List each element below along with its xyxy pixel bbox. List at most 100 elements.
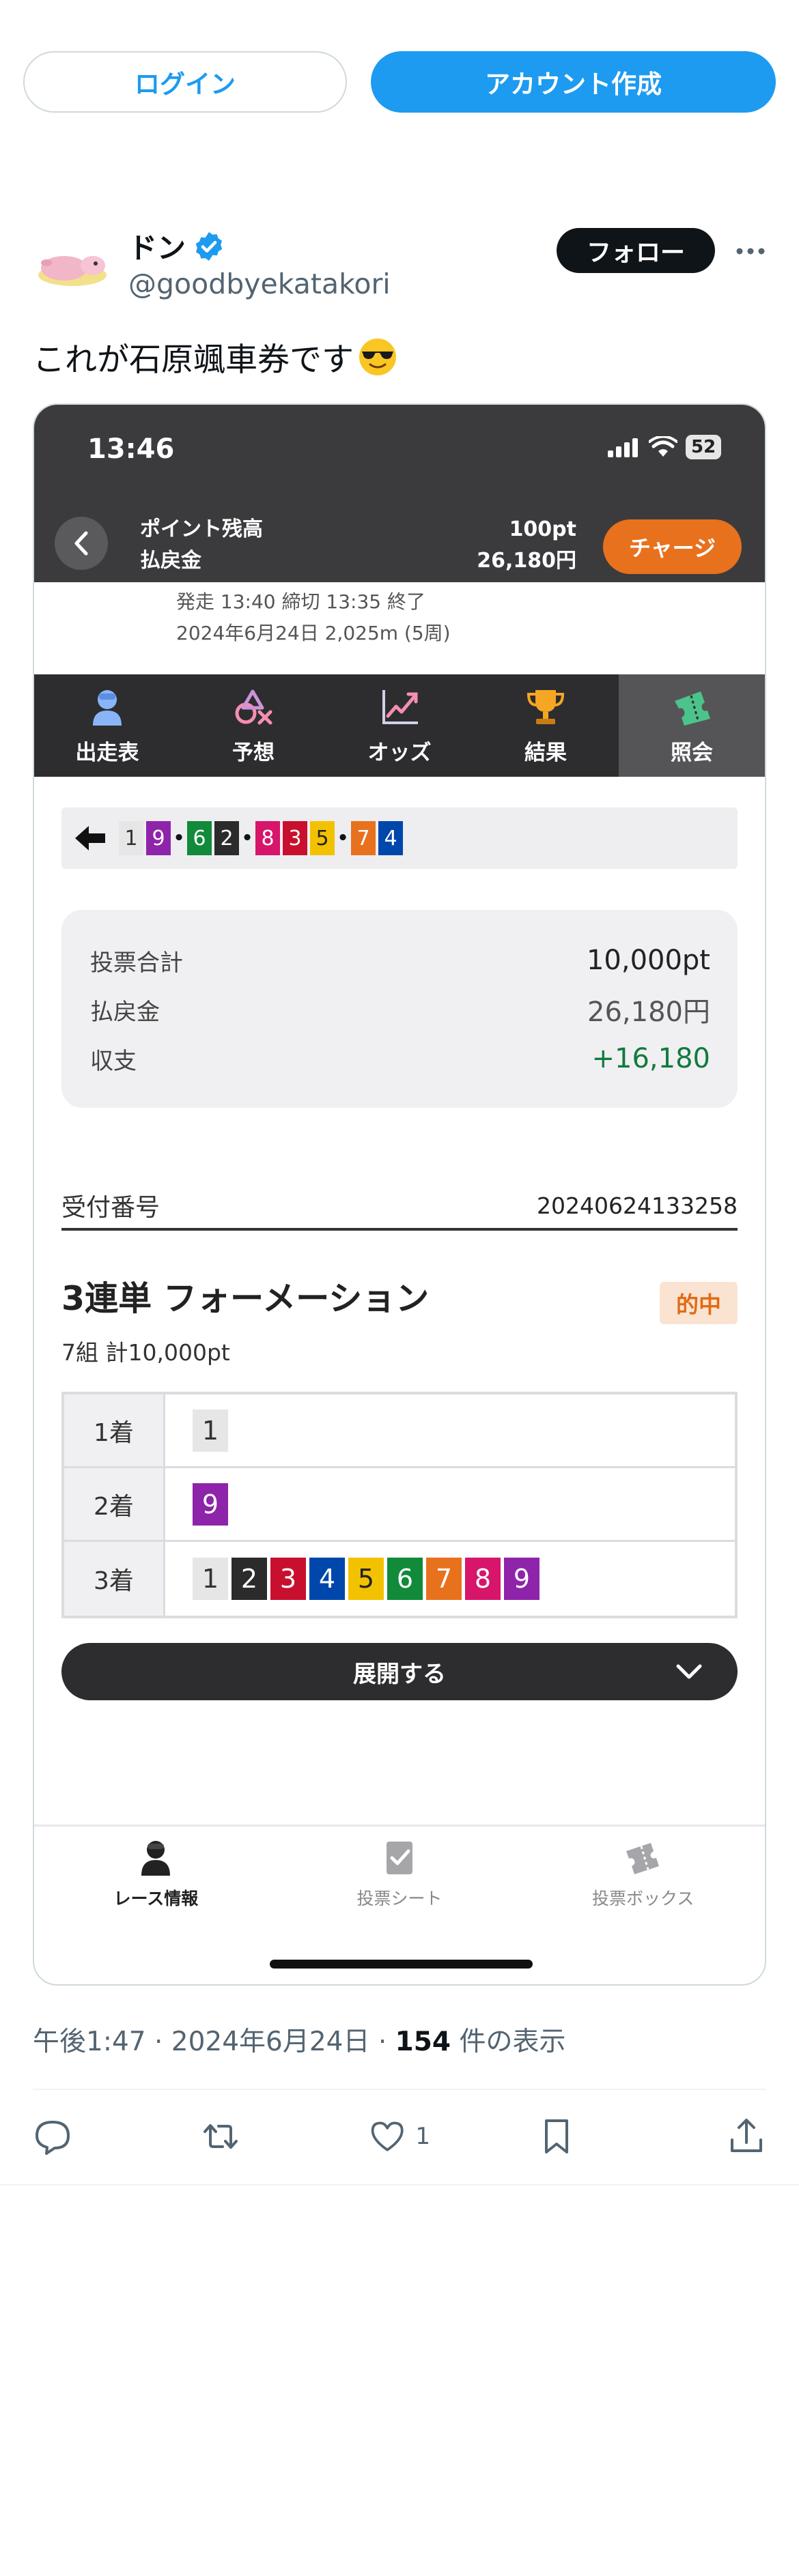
point-values: 100pt 26,180円 — [477, 514, 576, 577]
total-value: 10,000pt — [586, 945, 710, 976]
total-label: 投票合計 — [90, 949, 183, 977]
bet-type-title: 3連単 フォーメーション — [61, 1279, 430, 1318]
reply-button[interactable] — [33, 2117, 94, 2156]
odds-chart-icon — [382, 689, 418, 724]
balance-value: +16,180 — [591, 1043, 710, 1074]
formation-numbers: 1 — [165, 1394, 228, 1466]
bike-number: 3 — [270, 1558, 306, 1600]
payout-label: 払戻金 — [90, 998, 160, 1026]
login-button[interactable]: ログイン — [23, 51, 347, 113]
point-balance-label: ポイント残高 — [140, 517, 263, 541]
tab-odds[interactable]: オッズ — [326, 674, 473, 777]
payout-label: 払戻金 — [140, 549, 201, 573]
bike-number: 6 — [387, 1558, 423, 1600]
charge-button[interactable]: チャージ — [603, 519, 742, 574]
signal-icon — [608, 438, 638, 457]
bet-summary: 投票合計 10,000pt 払戻金 26,180円 収支 +16,180 — [61, 910, 738, 1108]
bike-number: 1 — [193, 1409, 228, 1452]
summary-total-row: 投票合計 10,000pt — [90, 936, 710, 985]
bike-number: 9 — [193, 1483, 228, 1526]
receipt-row: 受付番号 20240624133258 — [61, 1183, 738, 1231]
tab-label: オッズ — [367, 740, 432, 765]
formation-row-second: 2着 9 — [64, 1468, 735, 1542]
views-label: 件の表示 — [451, 2027, 566, 2057]
wifi-icon — [649, 436, 677, 457]
phone-bottom-nav: レース情報 投票シート 投票ボックス — [34, 1824, 765, 1920]
tickets-icon — [626, 1842, 659, 1874]
bet-selection-bar[interactable]: 1 9 • 6 2 • 8 3 5 • 7 4 — [61, 807, 738, 869]
attached-screenshot[interactable]: 13:46 52 ポイント残高 払戻金 100pt 26,180円 チャージ 発… — [33, 403, 766, 1986]
trophy-icon — [527, 689, 565, 724]
selection-separator: • — [241, 828, 253, 848]
tab-label: 予想 — [232, 740, 275, 765]
like-count: 1 — [415, 2123, 430, 2150]
repost-button[interactable] — [201, 2117, 262, 2156]
share-button[interactable] — [705, 2117, 766, 2156]
home-indicator — [270, 1960, 533, 1969]
tweet-timestamp[interactable]: 午後1:47 · 2024年6月24日 · — [33, 2027, 395, 2057]
author-name[interactable]: ドン — [128, 225, 225, 267]
selection-separator: • — [337, 828, 349, 848]
summary-balance-row: 収支 +16,180 — [90, 1034, 710, 1083]
back-button[interactable] — [55, 517, 108, 570]
bet-combination-count: 7組 計10,000pt — [61, 1339, 230, 1366]
chevron-down-icon — [676, 1664, 702, 1679]
avatar[interactable] — [33, 235, 113, 297]
more-options-icon[interactable] — [734, 239, 767, 263]
tweet-actions: 1 — [33, 2109, 766, 2164]
tab-results[interactable]: 結果 — [473, 674, 619, 777]
expand-button[interactable]: 展開する — [61, 1643, 738, 1700]
nav-bet-box[interactable]: 投票ボックス — [521, 1827, 765, 1920]
battery-icon: 52 — [686, 435, 722, 459]
bike-number: 9 — [504, 1558, 539, 1600]
author-handle[interactable]: @goodbyekatakori — [128, 268, 391, 300]
like-button[interactable]: 1 — [369, 2117, 430, 2156]
selection-number: 1 — [119, 821, 143, 855]
payout-value: 26,180円 — [477, 549, 576, 573]
formation-row-label: 2着 — [64, 1468, 165, 1540]
rider-icon — [93, 689, 122, 726]
tab-entries[interactable]: 出走表 — [34, 674, 180, 777]
tab-prediction[interactable]: 予想 — [180, 674, 326, 777]
race-time-line: 発走 13:40 締切 13:35 終了 — [176, 590, 425, 613]
create-account-button[interactable]: アカウント作成 — [371, 51, 776, 113]
formation-row-third: 3着 1 2 3 4 5 6 7 8 9 — [64, 1542, 735, 1616]
receipt-label: 受付番号 — [61, 1194, 160, 1222]
selection-number: 5 — [310, 821, 335, 855]
formation-numbers: 1 2 3 4 5 6 7 8 9 — [165, 1542, 539, 1616]
nav-label: 投票シート — [356, 1888, 443, 1908]
verified-badge-icon — [195, 231, 223, 261]
author-name-text[interactable]: ドン — [128, 225, 186, 267]
views-count: 154 — [395, 2027, 451, 2057]
hit-badge: 的中 — [660, 1282, 738, 1324]
repost-icon — [204, 2124, 238, 2149]
formation-row-label: 1着 — [64, 1394, 165, 1466]
bike-number: 1 — [193, 1558, 228, 1600]
tweet-meta: 午後1:47 · 2024年6月24日 · 154 件の表示 — [33, 2020, 565, 2059]
arrow-left-icon — [75, 826, 105, 850]
formation-numbers: 9 — [165, 1468, 228, 1540]
tab-inquiry[interactable]: 照会 — [619, 674, 765, 777]
bike-number: 2 — [232, 1558, 267, 1600]
nav-bet-sheet[interactable]: 投票シート — [278, 1827, 522, 1920]
nav-label: 投票ボックス — [592, 1888, 695, 1908]
tab-label: 結果 — [524, 740, 567, 765]
bike-number: 4 — [309, 1558, 345, 1600]
rider-icon — [141, 1840, 171, 1876]
bookmark-button[interactable] — [537, 2117, 598, 2156]
race-nav-tabs: 出走表 予想 オッズ 結果 照会 — [34, 674, 765, 777]
share-icon — [731, 2119, 762, 2152]
nav-label: レース情報 — [113, 1888, 199, 1908]
follow-button[interactable]: フォロー — [557, 228, 715, 273]
nav-race-info[interactable]: レース情報 — [34, 1827, 278, 1920]
selection-number: 8 — [255, 821, 280, 855]
selection-separator: • — [173, 828, 185, 848]
sunglasses-emoji-icon — [359, 338, 396, 375]
tab-label: 出走表 — [75, 740, 139, 765]
selection-number: 3 — [283, 821, 307, 855]
checklist-icon — [387, 1841, 412, 1874]
tweet-text-content: これが石原颯車券です — [33, 341, 354, 379]
heart-icon — [371, 2121, 404, 2151]
tweet-text: これが石原颯車券です — [33, 333, 397, 380]
reply-icon — [36, 2121, 70, 2155]
